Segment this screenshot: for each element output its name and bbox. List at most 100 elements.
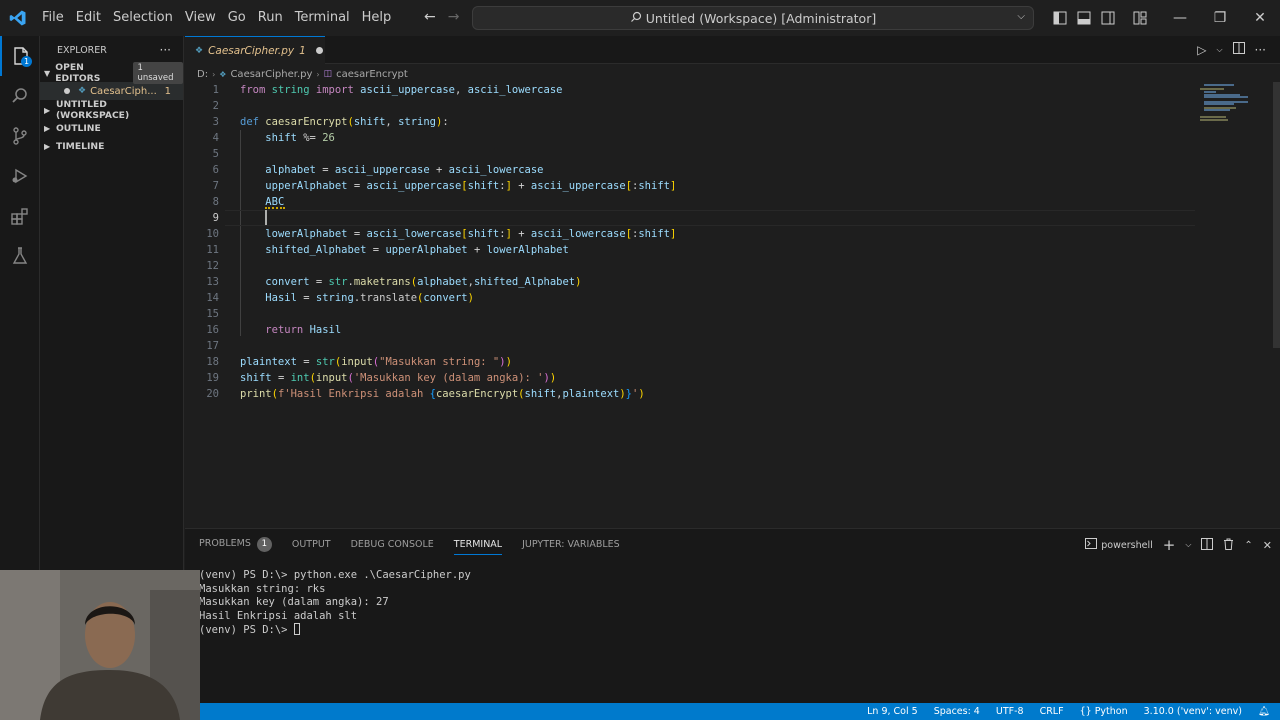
code-line: 20 print(f'Hasil Enkripsi adalah {caesarE… — [185, 386, 1195, 402]
open-editors-label: OPEN EDITORS — [55, 62, 101, 84]
notifications-icon[interactable]: 🔔︎ — [1258, 706, 1270, 717]
close-panel-icon[interactable]: ✕ — [1263, 539, 1272, 552]
code-line: 16 return Hasil — [185, 322, 1195, 338]
line-number: 16 — [206, 324, 219, 336]
menu-edit[interactable]: Edit — [70, 0, 107, 36]
code-line: 4 shift %= 26 — [185, 130, 1195, 146]
run-file-icon[interactable]: ▷ — [1197, 43, 1206, 57]
menu-selection[interactable]: Selection — [107, 0, 179, 36]
line-ending[interactable]: CRLF — [1040, 706, 1064, 717]
timeline-label: TIMELINE — [56, 140, 105, 152]
forward-arrow-icon[interactable]: → — [448, 9, 460, 25]
menu-terminal[interactable]: Terminal — [289, 0, 356, 36]
activity-bar: 1 — [0, 36, 40, 570]
customize-layout-icon[interactable] — [1128, 0, 1152, 36]
minimize-icon[interactable]: — — [1160, 0, 1200, 36]
warning-squiggle — [265, 206, 285, 209]
line-number: 17 — [206, 340, 219, 352]
trash-icon[interactable] — [1223, 538, 1234, 553]
unsaved-badge: 1 unsaved — [133, 62, 183, 84]
python-interpreter[interactable]: 3.10.0 ('venv': venv) — [1144, 706, 1242, 717]
split-editor-icon[interactable] — [1232, 42, 1245, 57]
breadcrumb-symbol[interactable]: caesarEncrypt — [336, 69, 408, 80]
explorer-icon[interactable]: 1 — [0, 36, 40, 76]
menu-file[interactable]: File — [36, 0, 70, 36]
run-debug-icon[interactable] — [0, 156, 40, 196]
source-control-icon[interactable] — [0, 116, 40, 156]
more-actions-icon[interactable]: ··· — [1255, 43, 1266, 57]
problems-badge: 1 — [256, 536, 272, 552]
menu-go[interactable]: Go — [222, 0, 252, 36]
tab-problems[interactable]: PROBLEMS 1 — [199, 536, 272, 552]
status-bar: Ln 9, Col 5 Spaces: 4 UTF-8 CRLF {} Pyth… — [200, 703, 1280, 720]
open-editor-item[interactable]: ❖ CaesarCiph... 1 — [40, 82, 183, 100]
menu-help[interactable]: Help — [356, 0, 398, 36]
vscode-logo-icon — [0, 0, 36, 36]
toggle-secondary-sidebar-icon[interactable] — [1096, 0, 1120, 36]
line-number: 3 — [212, 116, 219, 128]
testing-icon[interactable] — [0, 236, 40, 276]
terminal-line: (venv) PS D:\> python.exe .\CaesarCipher… — [199, 569, 471, 581]
new-terminal-icon[interactable]: + — [1163, 536, 1176, 554]
language-mode[interactable]: {} Python — [1080, 706, 1128, 717]
tab-debug-console[interactable]: DEBUG CONSOLE — [351, 539, 434, 550]
chevron-right-icon: › — [212, 69, 216, 79]
shell-name: powershell — [1101, 539, 1153, 551]
more-actions-icon[interactable]: ··· — [160, 43, 171, 57]
timeline-section[interactable]: ▶ TIMELINE — [40, 137, 183, 155]
unsaved-dot-icon[interactable] — [315, 47, 323, 54]
breadcrumb-drive[interactable]: D: — [197, 69, 208, 80]
maximize-panel-icon[interactable]: ⌃ — [1244, 540, 1252, 551]
line-number: 10 — [206, 228, 219, 240]
tab-caesarcipher[interactable]: ❖ CaesarCipher.py 1 — [185, 36, 325, 64]
editor-scrollbar[interactable] — [1273, 82, 1280, 348]
cursor-position[interactable]: Ln 9, Col 5 — [867, 706, 918, 717]
open-editors-section[interactable]: ▼ OPEN EDITORS 1 unsaved — [40, 62, 183, 84]
close-icon[interactable]: ✕ — [1240, 0, 1280, 36]
code-editor[interactable]: 1 from string import ascii_uppercase, asc… — [185, 82, 1195, 502]
code-line: 9 — [185, 210, 1195, 226]
encoding[interactable]: UTF-8 — [996, 706, 1024, 717]
webcam-overlay — [0, 570, 200, 720]
bottom-panel: PROBLEMS 1 OUTPUT DEBUG CONSOLE TERMINAL … — [185, 528, 1280, 703]
terminal-shell-selector[interactable]: powershell — [1085, 538, 1153, 552]
chevron-down-icon[interactable]: ⌵ — [1185, 540, 1191, 550]
minimap[interactable] — [1196, 82, 1274, 122]
indentation[interactable]: Spaces: 4 — [934, 706, 980, 717]
split-terminal-icon[interactable] — [1201, 537, 1214, 553]
python-file-icon: ❖ — [195, 45, 204, 56]
tab-jupyter-variables[interactable]: JUPYTER: VARIABLES — [522, 539, 620, 550]
chevron-down-icon[interactable]: ⌵ — [1017, 11, 1025, 22]
back-arrow-icon[interactable]: ← — [424, 9, 436, 25]
code-line: 6 alphabet = ascii_uppercase + ascii_low… — [185, 162, 1195, 178]
terminal-line: Masukkan string: rks — [199, 582, 326, 595]
line-number: 9 — [212, 212, 219, 224]
terminal-output[interactable]: (venv) PS D:\> python.exe .\CaesarCipher… — [199, 569, 471, 638]
terminal-line: Masukkan key (dalam angka): 27 — [199, 596, 389, 608]
menu-run[interactable]: Run — [252, 0, 289, 36]
toggle-primary-sidebar-icon[interactable] — [1048, 0, 1072, 36]
tab-label: CaesarCipher.py — [208, 44, 295, 57]
line-number: 20 — [206, 388, 219, 400]
command-center[interactable]: Untitled (Workspace) [Administrator] ⌵ — [472, 6, 1034, 30]
outline-section[interactable]: ▶ OUTLINE — [40, 119, 183, 137]
tab-output[interactable]: OUTPUT — [292, 539, 331, 550]
breadcrumb-file[interactable]: CaesarCipher.py — [230, 69, 312, 80]
code-line: 13 convert = str.maketrans(alphabet,shif… — [185, 274, 1195, 290]
tab-terminal[interactable]: TERMINAL — [453, 534, 503, 555]
chevron-down-icon[interactable]: ⌵ — [1216, 45, 1222, 55]
terminal-cursor — [293, 623, 300, 635]
open-editor-filename: CaesarCiph... — [90, 85, 157, 97]
python-file-icon: ❖ — [78, 86, 87, 96]
extensions-icon[interactable] — [0, 196, 40, 236]
menu-view[interactable]: View — [179, 0, 222, 36]
restore-icon[interactable]: ❐ — [1200, 0, 1240, 36]
line-number: 19 — [206, 372, 219, 384]
explorer-sidebar: EXPLORER ··· ▼ OPEN EDITORS 1 unsaved ❖ … — [40, 36, 184, 570]
toggle-panel-icon[interactable] — [1072, 0, 1096, 36]
search-icon[interactable] — [0, 76, 40, 116]
chevron-right-icon: ▶ — [44, 123, 51, 133]
terminal-prompt: (venv) PS D:\> — [199, 624, 294, 636]
breadcrumb: D: › ❖ CaesarCipher.py › ◫ caesarEncrypt — [185, 64, 408, 84]
workspace-section[interactable]: ▶ UNTITLED (WORKSPACE) — [40, 99, 183, 121]
